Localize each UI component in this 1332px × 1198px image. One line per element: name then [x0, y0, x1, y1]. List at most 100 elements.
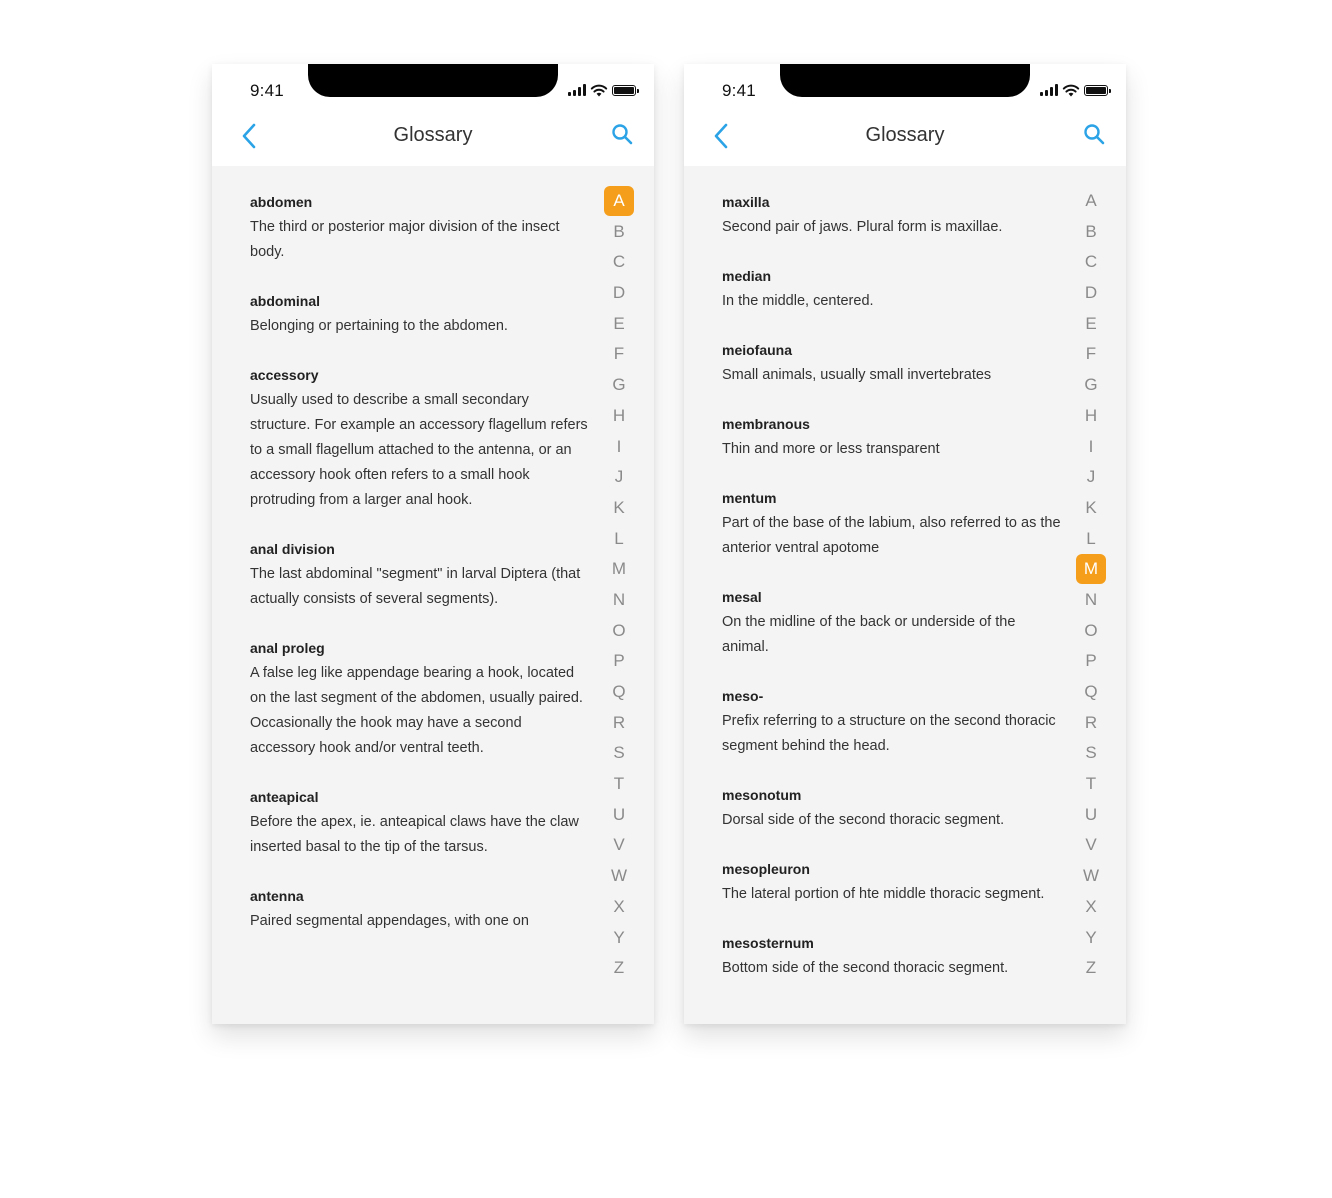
index-letter-a[interactable]: A — [1076, 186, 1106, 217]
index-letter-z[interactable]: Z — [604, 953, 634, 984]
index-letter-x[interactable]: X — [604, 892, 634, 923]
index-letter-c[interactable]: C — [1076, 247, 1106, 278]
index-letter-w[interactable]: W — [604, 861, 634, 892]
index-letter-a[interactable]: A — [604, 186, 634, 217]
glossary-entry[interactable]: mesonotum Dorsal side of the second thora… — [722, 783, 1062, 833]
index-letter-d[interactable]: D — [604, 278, 634, 309]
index-letter-l[interactable]: L — [604, 524, 634, 555]
index-letter-e[interactable]: E — [604, 309, 634, 340]
index-letter-s[interactable]: S — [1076, 738, 1106, 769]
index-letter-f[interactable]: F — [604, 339, 634, 370]
index-letter-d[interactable]: D — [1076, 278, 1106, 309]
glossary-entry[interactable]: anal division The last abdominal "segment… — [250, 537, 590, 612]
search-icon[interactable] — [610, 122, 634, 146]
glossary-entry[interactable]: meso- Prefix referring to a structure on … — [722, 684, 1062, 759]
index-letter-y[interactable]: Y — [1076, 923, 1106, 954]
wifi-icon — [590, 84, 608, 97]
index-letter-label: A — [604, 186, 634, 216]
index-letter-r[interactable]: R — [604, 708, 634, 739]
index-letter-label: I — [616, 436, 622, 456]
index-letter-s[interactable]: S — [604, 738, 634, 769]
index-letter-h[interactable]: H — [604, 401, 634, 432]
glossary-entry[interactable]: anal proleg A false leg like appendage be… — [250, 636, 590, 761]
index-letter-label: C — [612, 252, 626, 272]
index-letter-label: P — [613, 651, 625, 671]
entry-term: median — [722, 268, 772, 284]
index-letter-r[interactable]: R — [1076, 708, 1106, 739]
index-letter-b[interactable]: B — [1076, 217, 1106, 248]
index-letter-b[interactable]: B — [604, 217, 634, 248]
index-letter-m[interactable]: M — [604, 554, 634, 585]
index-letter-m[interactable]: M — [1076, 554, 1106, 585]
glossary-entry[interactable]: median In the middle, centered. — [722, 264, 1062, 314]
glossary-entry[interactable]: maxilla Second pair of jaws. Plural form … — [722, 190, 1062, 240]
glossary-entry[interactable]: meiofauna Small animals, usually small in… — [722, 338, 1062, 388]
status-time: 9:41 — [250, 81, 284, 100]
index-letter-label: F — [613, 344, 625, 364]
index-letter-i[interactable]: I — [604, 432, 634, 463]
index-letter-e[interactable]: E — [1076, 309, 1106, 340]
glossary-entry[interactable]: accessory Usually used to describe a smal… — [250, 363, 590, 513]
index-letter-label: W — [610, 866, 628, 886]
index-letter-label: V — [1085, 835, 1097, 855]
glossary-entry[interactable]: abdomen The third or posterior major divi… — [250, 190, 590, 265]
entry-definition: A false leg like appendage bearing a hoo… — [250, 665, 583, 756]
index-letter-o[interactable]: O — [604, 616, 634, 647]
glossary-entry[interactable]: mesosternum Bottom side of the second tho… — [722, 931, 1062, 981]
index-letter-label: U — [1084, 804, 1098, 824]
entry-definition: In the middle, centered. — [722, 293, 874, 309]
index-letter-label: S — [1085, 743, 1097, 763]
entry-definition: Belonging or pertaining to the abdomen. — [250, 318, 508, 334]
index-letter-z[interactable]: Z — [1076, 953, 1106, 984]
entry-definition: Before the apex, ie. anteapical claws ha… — [250, 814, 579, 855]
index-letter-i[interactable]: I — [1076, 432, 1106, 463]
index-letter-l[interactable]: L — [1076, 524, 1106, 555]
index-letter-u[interactable]: U — [604, 800, 634, 831]
index-letter-n[interactable]: N — [1076, 585, 1106, 616]
glossary-entry[interactable]: mesal On the midline of the back or under… — [722, 585, 1062, 660]
page-title: Glossary — [393, 124, 473, 146]
index-letter-u[interactable]: U — [1076, 800, 1106, 831]
index-letter-j[interactable]: J — [1076, 462, 1106, 493]
glossary-entry[interactable]: anteapical Before the apex, ie. anteapica… — [250, 785, 590, 860]
index-letter-label: E — [613, 313, 625, 333]
index-letter-label: Q — [612, 682, 626, 701]
index-letter-g[interactable]: G — [1076, 370, 1106, 401]
entry-term: maxilla — [722, 194, 770, 210]
index-letter-c[interactable]: C — [604, 247, 634, 278]
index-letter-x[interactable]: X — [1076, 892, 1106, 923]
index-letter-p[interactable]: P — [1076, 646, 1106, 677]
glossary-entry[interactable]: mentum Part of the base of the labium, al… — [722, 486, 1062, 561]
device-notch — [780, 64, 1030, 97]
index-letter-p[interactable]: P — [604, 646, 634, 677]
index-letter-label: M — [1076, 554, 1106, 585]
index-letter-label: L — [614, 528, 624, 548]
index-letter-q[interactable]: Q — [604, 677, 634, 708]
search-icon[interactable] — [1082, 122, 1106, 146]
glossary-entry[interactable]: mesopleuron The lateral portion of hte mi… — [722, 857, 1062, 907]
index-letter-q[interactable]: Q — [1076, 677, 1106, 708]
status-icons — [568, 83, 639, 97]
entry-definition: The third or posterior major division of… — [250, 219, 560, 260]
index-letter-g[interactable]: G — [604, 370, 634, 401]
index-letter-v[interactable]: V — [604, 830, 634, 861]
index-letter-label: M — [611, 559, 627, 579]
index-letter-f[interactable]: F — [1076, 339, 1106, 370]
index-letter-h[interactable]: H — [1076, 401, 1106, 432]
index-letter-y[interactable]: Y — [604, 923, 634, 954]
index-letter-o[interactable]: O — [1076, 616, 1106, 647]
index-letter-label: T — [1085, 774, 1097, 794]
entry-term: mesosternum — [722, 935, 814, 951]
index-letter-w[interactable]: W — [1076, 861, 1106, 892]
index-letter-k[interactable]: K — [604, 493, 634, 524]
glossary-entry[interactable]: antenna Paired segmental appendages, with… — [250, 884, 590, 934]
cellular-signal-icon — [568, 84, 586, 96]
index-letter-v[interactable]: V — [1076, 830, 1106, 861]
index-letter-n[interactable]: N — [604, 585, 634, 616]
index-letter-t[interactable]: T — [1076, 769, 1106, 800]
glossary-entry[interactable]: membranous Thin and more or less transpar… — [722, 412, 1062, 462]
index-letter-k[interactable]: K — [1076, 493, 1106, 524]
index-letter-t[interactable]: T — [604, 769, 634, 800]
index-letter-j[interactable]: J — [604, 462, 634, 493]
glossary-entry[interactable]: abdominal Belonging or pertaining to the … — [250, 289, 590, 339]
